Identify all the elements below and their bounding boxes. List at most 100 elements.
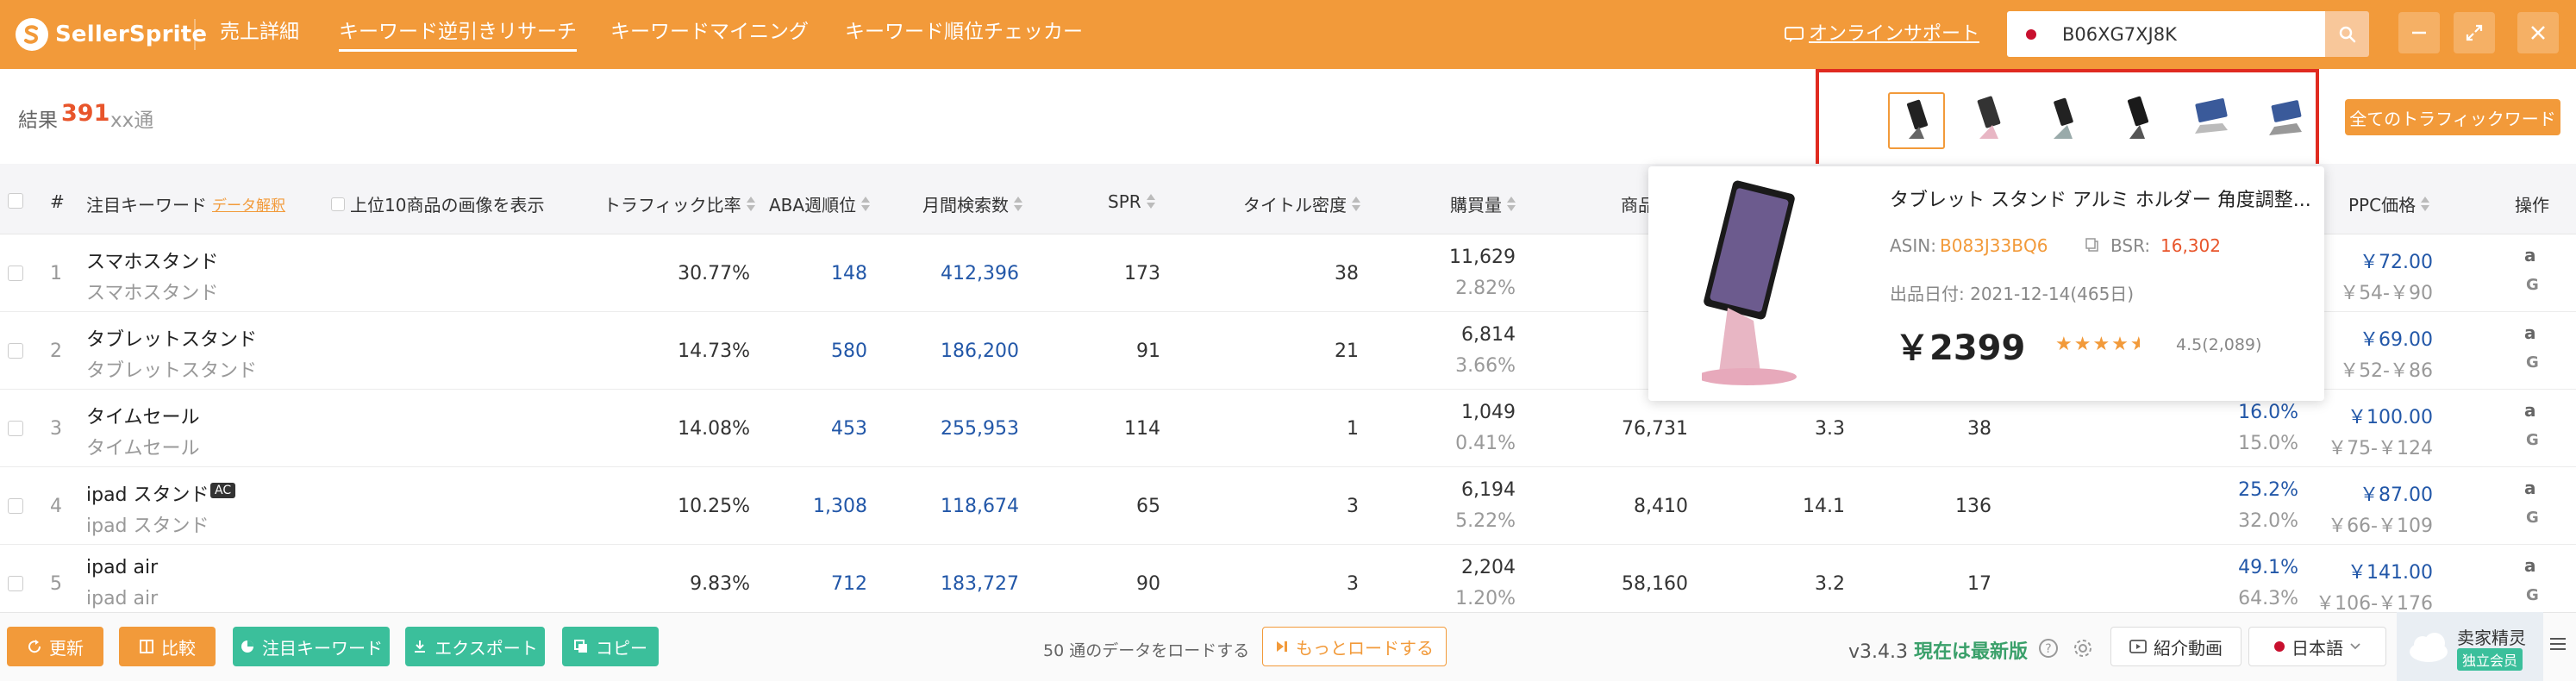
result-label: 結果 [18,109,58,132]
table-row[interactable]: 3 タイムセール タイムセール 14.08% 453 255,953 114 1 1,049 0.… [0,390,2576,467]
monthly-search-value[interactable]: 255,953 [941,418,1019,440]
google-link-icon[interactable]: G [2526,509,2539,527]
click-share-value[interactable]: 16.0% [2238,402,2298,423]
popup-product-title[interactable]: タブレット スタンド アルミ ホルダー 角度調整... [1890,184,2311,212]
data-explain-link[interactable]: データ解釈 [212,193,285,215]
all-traffic-words-button[interactable]: 全てのトラフィックワード [2345,99,2560,135]
google-link-icon[interactable]: G [2526,431,2539,449]
japan-flag-icon[interactable] [2026,28,2036,40]
maximize-button[interactable] [2454,12,2495,53]
minimize-button[interactable] [2398,12,2440,53]
row-checkbox[interactable] [8,343,23,359]
col-ppc-label: PPC価格 [2348,195,2417,216]
popup-rating: 4.5(2,089) [2176,335,2262,354]
copy-icon[interactable] [2085,237,2100,253]
ppc-price-value[interactable]: ￥72.00 [2360,247,2433,274]
google-link-icon[interactable]: G [2526,586,2539,604]
nav-reverse-asin[interactable]: キーワード逆引きリサーチ [339,17,577,52]
monthly-search-value[interactable]: 118,674 [941,496,1019,517]
menu-icon[interactable] [2548,636,2567,652]
chevron-down-icon [2350,643,2360,650]
keyword-main[interactable]: タイムセール [86,402,200,429]
amazon-link-icon[interactable]: a [2524,245,2536,266]
table-row[interactable]: 4 ipad スタンド AC ipad スタンド 10.25% 1,308 118,674 6… [0,467,2576,545]
col-show-images[interactable]: 上位10商品の画像を表示 [331,191,544,216]
aba-rank-value[interactable]: 1,308 [813,496,867,517]
monthly-search-value[interactable]: 183,727 [941,573,1019,595]
aba-rank-value[interactable]: 148 [831,263,867,284]
aba-rank-value[interactable]: 453 [831,418,867,440]
col-keyword[interactable]: 注目キーワード データ解釈 [86,191,285,216]
language-selector[interactable]: 日本語 [2248,627,2386,666]
app-logo[interactable]: SellerSprite [16,14,207,55]
google-link-icon[interactable]: G [2526,353,2539,372]
product-thumbnail-5[interactable] [2185,92,2241,149]
search-button[interactable] [2325,11,2369,57]
product-thumbnail-4[interactable] [2110,92,2167,149]
keyword-main[interactable]: タブレットスタンド [86,324,257,352]
purchase-rate-value: 2.82% [1455,278,1516,299]
help-icon[interactable]: ? [2038,638,2059,659]
sort-icon [1014,196,1022,212]
col-ppc[interactable]: PPC価格 [2348,191,2430,216]
table-row[interactable]: 5 ipad air ipad air 9.83% 712 183,727 90 3 2,204… [0,545,2576,622]
sort-icon [1352,196,1360,212]
click-share-value[interactable]: 49.1% [2238,557,2298,578]
traffic-ratio-value: 14.08% [678,418,750,440]
col-aba-rank[interactable]: ABA週順位 [769,191,871,216]
product-thumbnail-3[interactable] [2036,92,2093,149]
monthly-search-value[interactable]: 412,396 [941,263,1019,284]
row-checkbox[interactable] [8,421,23,436]
keyword-main[interactable]: ipad air [86,557,158,578]
intro-video-label: 紹介動画 [2154,637,2223,659]
product-thumbnail-1[interactable] [1888,92,1945,149]
select-all-checkbox[interactable] [8,193,23,209]
focus-keyword-button[interactable]: 注目キーワード [233,627,390,666]
show-images-checkbox[interactable] [331,197,345,211]
ppc-price-value[interactable]: ￥87.00 [2360,479,2433,507]
row-checkbox[interactable] [8,498,23,514]
aba-rank-value[interactable]: 712 [831,573,867,595]
intro-video-button[interactable]: 紹介動画 [2110,627,2241,666]
copy-button[interactable]: コピー [562,627,659,666]
purchases-value: 6,194 [1461,479,1516,501]
row-checkbox[interactable] [8,576,23,591]
amazon-link-icon[interactable]: a [2524,555,2536,576]
product-thumbnail-6[interactable] [2259,92,2316,149]
row-checkbox[interactable] [8,266,23,281]
nav-keyword-mining[interactable]: キーワードマイニング [610,17,809,52]
col-traffic-ratio[interactable]: トラフィック比率 [603,191,755,216]
compare-button[interactable]: 比較 [119,627,216,666]
col-title-density[interactable]: タイトル密度 [1243,191,1360,216]
ppc-price-value[interactable]: ￥100.00 [2348,402,2433,429]
google-link-icon[interactable]: G [2526,276,2539,294]
product-thumbnail-2[interactable] [1962,92,2019,149]
ppc-price-value[interactable]: ￥141.00 [2348,557,2433,584]
keyword-main[interactable]: スマホスタンド [86,247,218,274]
keyword-main[interactable]: ipad スタンド [86,479,209,507]
export-button[interactable]: エクスポート [405,627,545,666]
click-share-value[interactable]: 25.2% [2238,479,2298,501]
amazon-link-icon[interactable]: a [2524,400,2536,421]
nav-sales-detail[interactable]: 売上詳細 [220,17,299,52]
amazon-link-icon[interactable]: a [2524,322,2536,343]
col-spr[interactable]: SPR [1108,191,1155,212]
popup-bsr: 16,302 [2160,235,2221,256]
refresh-icon [28,640,41,653]
refresh-button[interactable]: 更新 [7,627,103,666]
online-support-link[interactable]: オンラインサポート [1785,19,1979,50]
ppc-price-value[interactable]: ￥69.00 [2360,324,2433,352]
col-monthly-search[interactable]: 月間検索数 [922,191,1022,216]
close-button[interactable] [2517,12,2559,53]
col-purchases[interactable]: 購買量 [1450,191,1516,216]
monthly-search-value[interactable]: 186,200 [941,340,1019,362]
settings-icon[interactable] [2073,638,2093,659]
amazon-link-icon[interactable]: a [2524,478,2536,498]
load-more-button[interactable]: もっとロードする [1262,627,1447,666]
nav-rank-checker[interactable]: キーワード順位チェッカー [845,17,1083,52]
export-label: エクスポート [435,637,538,659]
col-keyword-label: 注目キーワード [86,195,207,216]
asin-search-input[interactable] [2060,22,2302,46]
aba-rank-value[interactable]: 580 [831,340,867,362]
popup-asin[interactable]: B083J33BQ6 [1940,235,2048,256]
